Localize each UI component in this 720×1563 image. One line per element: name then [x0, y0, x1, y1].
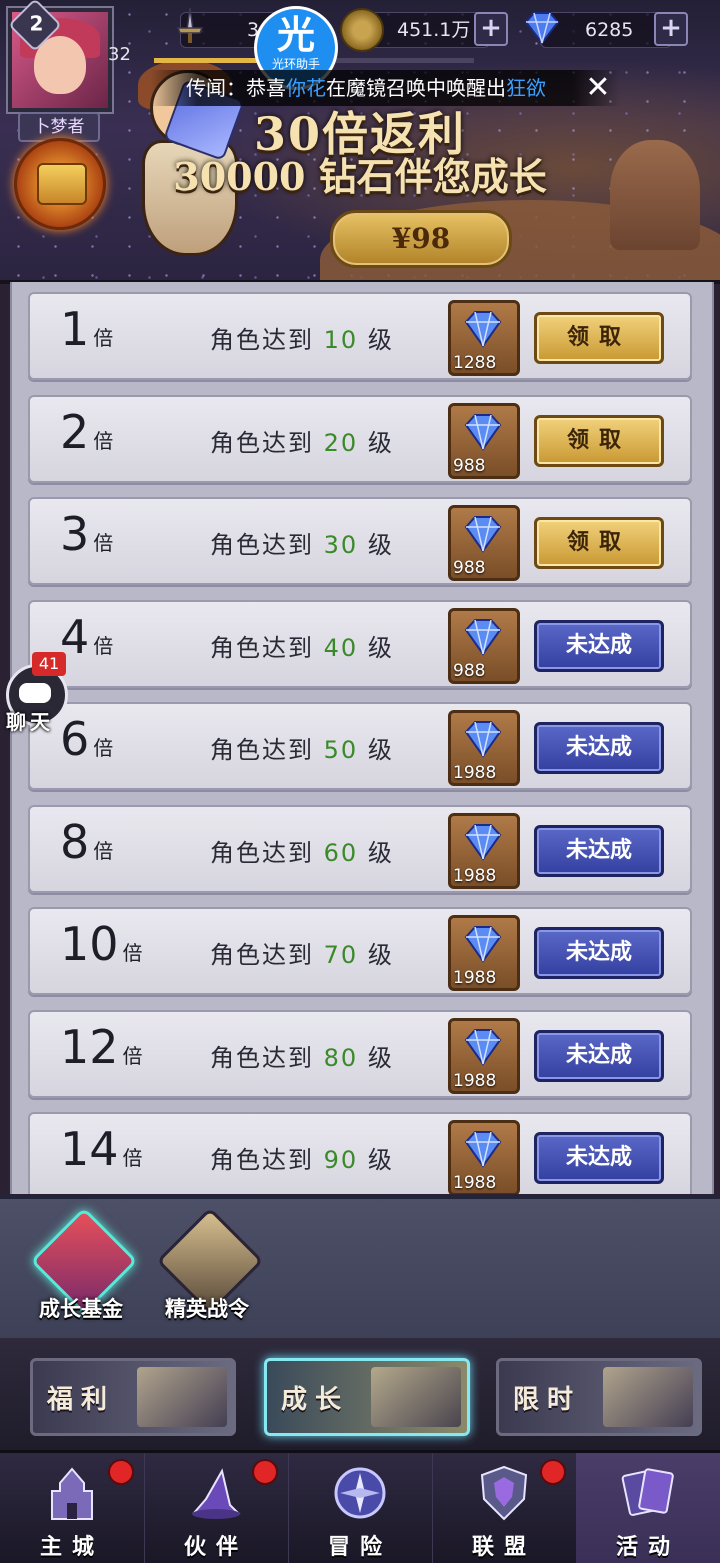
announcement-marquee: 传闻：恭喜你花在魔镜召唤中唤醒出狂欲	[150, 70, 620, 106]
reward-quantity: 1988	[453, 968, 497, 988]
compass-orb-icon	[334, 1467, 386, 1519]
reward-row: 12 倍 角色达到 80 级 1988 未达成	[28, 1009, 692, 1098]
limited-tab-art	[603, 1367, 693, 1427]
level-condition: 角色达到 30 级	[210, 531, 394, 559]
level-condition: 角色达到 80 级	[210, 1043, 394, 1072]
reward-quantity: 1288	[453, 353, 497, 373]
category-tab-bar: 福利 成长 限时	[0, 1338, 720, 1450]
add-gold-button[interactable]: +	[474, 12, 508, 46]
level-condition: 角色达到 70 级	[210, 941, 394, 969]
reward-row: 6 倍 角色达到 50 级 1988 未达成	[28, 702, 692, 790]
reward-quantity: 1988	[453, 1070, 497, 1091]
chat-bubble-icon	[19, 683, 51, 703]
diamond-reward-slot[interactable]: 1988	[448, 710, 520, 786]
claim-button[interactable]: 领取	[534, 414, 664, 467]
reward-row: 10 倍 角色达到 70 级 1988 未达成	[28, 907, 692, 995]
not-reached-button[interactable]: 未达成	[534, 619, 664, 672]
reward-list[interactable]: 1 倍角色达到 10 级 1288 领取 2 倍角色达到 20 级 988 领取 3 倍角色达到 …	[10, 282, 714, 1194]
reward-row: 8 倍 角色达到 60 级 1988 未达成	[28, 804, 692, 893]
diamond-reward-slot[interactable]: 1988	[448, 915, 520, 991]
diamond-reward-slot[interactable]: 1288	[448, 300, 520, 376]
level-condition: 角色达到 20 级	[210, 428, 394, 457]
multiplier-label: 12 倍	[60, 1019, 143, 1074]
diamond-reward-slot[interactable]: 1988	[448, 1017, 520, 1094]
xp-level-label: 32	[108, 44, 131, 65]
sub-tab-bar: 成长基金 精英战令	[0, 1196, 720, 1341]
sword-icon	[176, 7, 204, 43]
diamond-reward-slot[interactable]: 988	[448, 505, 520, 581]
chat-label: 聊天	[6, 710, 54, 734]
wizard-hat-icon	[191, 1468, 241, 1519]
banner-subtitle: 30000 钻石伴您成长	[173, 154, 547, 199]
welfare-tab-art	[137, 1367, 227, 1427]
diamond-reward-slot[interactable]: 1988	[448, 812, 520, 889]
diamond-icon	[524, 12, 560, 45]
reward-quantity: 988	[453, 558, 486, 578]
gold-coin-icon	[340, 8, 384, 52]
multiplier-label: 10 倍	[60, 917, 143, 971]
nav-adventure[interactable]: 冒险	[288, 1453, 433, 1563]
reward-row: 2 倍 角色达到 20 级 988 领取	[28, 394, 692, 483]
nav-main-city[interactable]: 主城	[0, 1453, 145, 1563]
diamond-reward-slot[interactable]: 1988	[448, 1120, 520, 1194]
reward-row: 3 倍 角色达到 30 级 988 领取	[28, 497, 692, 585]
reward-row: 14 倍 角色达到 90 级 1988 未达成	[28, 1112, 692, 1194]
reward-row: 4 倍 角色达到 40 级 988 未达成	[28, 599, 692, 688]
level-condition: 角色达到 10 级	[210, 326, 394, 354]
cards-icon	[621, 1468, 674, 1516]
multiplier-label: 14 倍	[60, 1122, 143, 1176]
multiplier-label: 8倍	[60, 814, 114, 869]
multiplier-label: 1倍	[60, 302, 114, 356]
reward-row: 1 倍 角色达到 10 级 1288 领取	[28, 292, 692, 380]
not-reached-button[interactable]: 未达成	[534, 927, 664, 979]
bottom-navigation: 主城 伙伴 冒险 联盟 活动	[0, 1450, 720, 1563]
multiplier-label: 4倍	[60, 609, 114, 664]
diamond-reward-slot[interactable]: 988	[448, 402, 520, 479]
growth-tab-art	[371, 1367, 461, 1427]
treasure-chest-button[interactable]	[14, 138, 106, 230]
diamond-reward-slot[interactable]: 988	[448, 607, 520, 684]
level-condition: 角色达到 90 级	[210, 1146, 394, 1174]
reward-quantity: 988	[453, 660, 486, 681]
nav-alliance[interactable]: 联盟	[432, 1453, 577, 1563]
reward-quantity: 1988	[453, 763, 497, 783]
subtab-growth-fund[interactable]: 成长基金	[26, 1207, 138, 1337]
nav-partners[interactable]: 伙伴	[144, 1453, 289, 1563]
multiplier-label: 2倍	[60, 404, 114, 459]
castle-icon	[51, 1467, 93, 1520]
multiplier-label: 3倍	[60, 507, 114, 561]
level-condition: 角色达到 40 级	[210, 633, 394, 662]
chest-icon	[37, 163, 87, 205]
not-reached-button[interactable]: 未达成	[534, 722, 664, 774]
tab-growth[interactable]: 成长	[264, 1358, 470, 1436]
reward-quantity: 988	[453, 455, 486, 476]
not-reached-button[interactable]: 未达成	[534, 1029, 664, 1082]
not-reached-button[interactable]: 未达成	[534, 1132, 664, 1184]
reward-quantity: 1988	[453, 1173, 497, 1193]
shield-icon	[480, 1465, 528, 1521]
purchase-price-button[interactable]: ¥98	[330, 210, 512, 268]
close-marquee-icon[interactable]: ✕	[582, 72, 614, 104]
claim-button[interactable]: 领取	[534, 312, 664, 364]
add-diamond-button[interactable]: +	[654, 12, 688, 46]
notification-dot	[252, 1459, 278, 1485]
not-reached-button[interactable]: 未达成	[534, 824, 664, 877]
notification-dot	[108, 1459, 134, 1485]
tab-limited[interactable]: 限时	[496, 1358, 702, 1436]
tab-welfare[interactable]: 福利	[30, 1358, 236, 1436]
reward-quantity: 1988	[453, 865, 497, 886]
level-condition: 角色达到 50 级	[210, 736, 394, 764]
notification-dot	[540, 1459, 566, 1485]
chat-unread-badge: 41	[32, 652, 66, 676]
claim-button[interactable]: 领取	[534, 517, 664, 569]
subtab-elite-pass[interactable]: 精英战令	[152, 1207, 264, 1337]
level-condition: 角色达到 60 级	[210, 838, 394, 867]
multiplier-label: 6倍	[60, 712, 114, 766]
nav-events[interactable]: 活动	[576, 1453, 720, 1563]
